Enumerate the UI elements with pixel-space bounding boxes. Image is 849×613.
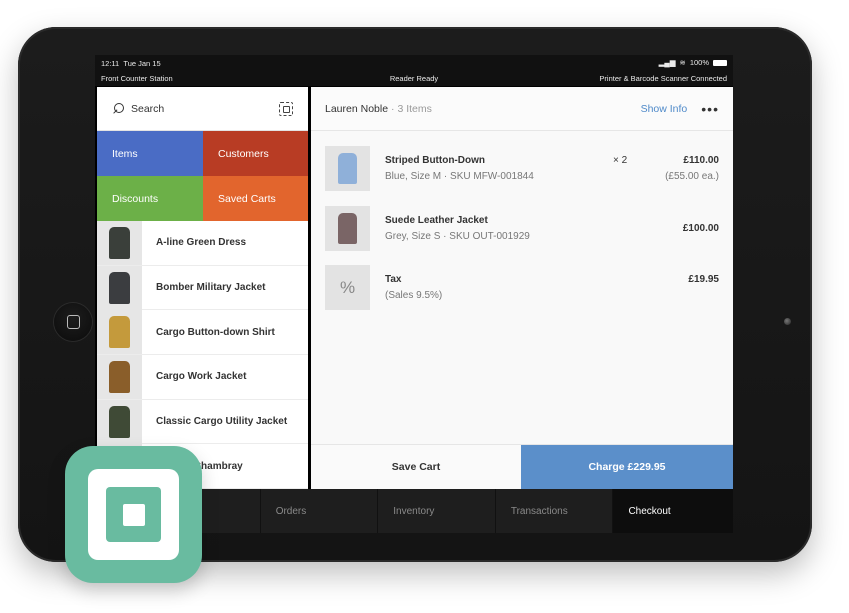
cart-line-item[interactable]: Suede Leather Jacket Grey, Size S · SKU … [325, 206, 719, 251]
line-subtitle: Blue, Size M · SKU MFW-001844 [385, 171, 534, 182]
garment-image [338, 213, 357, 244]
line-price: £100.00 [682, 223, 719, 234]
wifi-icon: ≋ [679, 58, 686, 67]
garment-image [109, 360, 130, 393]
barcode-scan-icon[interactable] [279, 102, 293, 116]
list-item[interactable]: Bomber Military Jacket [97, 265, 308, 311]
list-item[interactable]: A-line Green Dress [97, 220, 308, 266]
list-item[interactable]: Cargo Button-down Shirt [97, 310, 308, 356]
tab-orders[interactable]: Orders [261, 489, 379, 533]
line-subtitle: Grey, Size S · SKU OUT-001929 [385, 231, 530, 242]
signal-icon: ▂▄▆ [658, 58, 676, 67]
item-thumbnail [97, 310, 142, 355]
tile-items[interactable]: Items [97, 131, 203, 176]
show-info-link[interactable]: Show Info [641, 103, 688, 115]
item-name: Classic Cargo Utility Jacket [156, 416, 288, 428]
cart-line-tax[interactable]: % Tax (Sales 9.5%) £19.95 [325, 265, 719, 310]
line-thumbnail: % [325, 265, 370, 310]
garment-image [109, 405, 130, 438]
category-tiles: Items Customers Discounts Saved Carts [97, 131, 308, 221]
logo-inner [106, 487, 161, 542]
charge-button[interactable]: Charge £229.95 [521, 445, 733, 489]
search-icon [112, 102, 124, 115]
item-thumbnail [97, 399, 142, 444]
product-showcase: 12:11 Tue Jan 15 ▂▄▆ ≋ 100% Front Counte… [0, 0, 849, 613]
line-thumbnail [325, 146, 370, 191]
cart-actions: Save Cart Charge £229.95 [311, 444, 733, 489]
garment-image [338, 153, 357, 184]
tile-discounts[interactable]: Discounts [97, 176, 203, 221]
status-time: 12:11 Tue Jan 15 [101, 59, 161, 68]
status-bar: 12:11 Tue Jan 15 ▂▄▆ ≋ 100% Front Counte… [95, 55, 733, 86]
peripherals-status: Printer & Barcode Scanner Connected [599, 74, 727, 83]
search-input[interactable]: Search [131, 103, 164, 115]
item-name: Bomber Military Jacket [156, 282, 266, 294]
item-name: A-line Green Dress [156, 237, 247, 249]
battery-percent: 100% [689, 58, 709, 67]
item-thumbnail [97, 265, 142, 310]
tab-inventory[interactable]: Inventory [378, 489, 496, 533]
square-logo-icon [65, 446, 202, 583]
item-count: · 3 Items [391, 102, 432, 115]
tile-saved-carts[interactable]: Saved Carts [203, 176, 308, 221]
item-name: Cargo Work Jacket [156, 371, 247, 383]
line-quantity: × 2 [613, 155, 628, 166]
home-square-icon [67, 315, 80, 329]
line-subtitle: (Sales 9.5%) [385, 290, 443, 301]
list-item[interactable]: Cargo Work Jacket [97, 354, 308, 400]
garment-image [109, 226, 130, 259]
logo-ring [88, 469, 179, 560]
home-button[interactable] [54, 303, 92, 341]
garment-image [109, 316, 130, 349]
line-price: £19.95 [688, 274, 719, 285]
garment-image [109, 271, 130, 304]
cart-header: Lauren Noble · 3 Items Show Info ••• [311, 87, 733, 131]
list-item[interactable]: Classic Cargo Utility Jacket [97, 399, 308, 445]
battery-icon [713, 59, 727, 66]
cart-line-item[interactable]: Striped Button-Down Blue, Size M · SKU M… [325, 146, 719, 191]
camera-lens [784, 318, 791, 325]
save-cart-button[interactable]: Save Cart [311, 445, 521, 489]
tile-customers[interactable]: Customers [203, 131, 308, 176]
search-bar[interactable]: Search [97, 87, 308, 131]
item-thumbnail [97, 220, 142, 265]
tab-checkout[interactable]: Checkout [613, 489, 733, 533]
line-thumbnail [325, 206, 370, 251]
library-panel: Search Items Customers Discounts Saved C… [97, 87, 308, 489]
item-thumbnail [97, 354, 142, 399]
line-title: Striped Button-Down [385, 155, 485, 166]
line-price: £110.00 [683, 155, 719, 166]
line-unit-price: (£55.00 ea.) [665, 171, 719, 182]
line-title: Suede Leather Jacket [385, 215, 488, 226]
status-indicators: ▂▄▆ ≋ 100% [659, 58, 727, 67]
more-options-icon[interactable]: ••• [701, 102, 719, 116]
cart-panel: Lauren Noble · 3 Items Show Info ••• Str… [311, 87, 733, 489]
logo-core [123, 504, 145, 526]
tab-transactions[interactable]: Transactions [496, 489, 614, 533]
line-title: Tax [385, 274, 402, 285]
customer-name[interactable]: Lauren Noble [325, 103, 388, 115]
percent-icon: % [339, 277, 356, 297]
item-name: Cargo Button-down Shirt [156, 326, 275, 338]
